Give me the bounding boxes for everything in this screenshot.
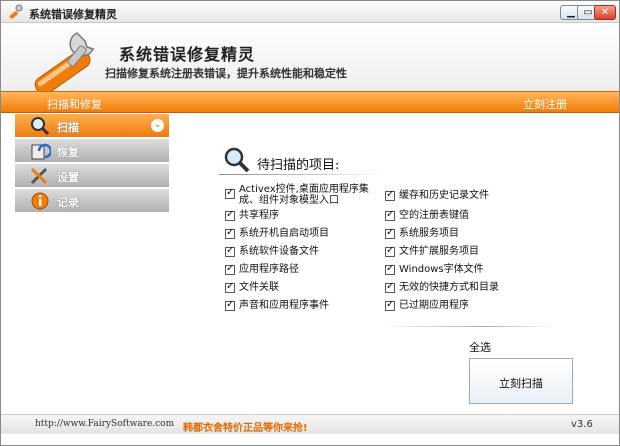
scan-item-label: 应用程序路径: [239, 264, 299, 275]
scan-item-label: 文件关联: [239, 282, 279, 293]
checkbox[interactable]: [225, 299, 235, 311]
scan-item-label: Activex控件,桌面应用程序集成、组件对象模型入口: [239, 184, 369, 206]
checkbox[interactable]: [225, 209, 235, 221]
wrench-logo-icon: [34, 32, 95, 95]
scan-item-label: 声音和应用程序事件: [239, 300, 329, 311]
sidebar-item-restore[interactable]: 恢复: [15, 139, 169, 163]
scan-item-label: 系统开机自启动项目: [239, 228, 329, 239]
checkbox[interactable]: [385, 227, 395, 239]
scan-item-label: 系统服务项目: [399, 228, 459, 239]
tools-icon: [30, 167, 48, 185]
app-header: 系统错误修复精灵 扫描修复系统注册表错误，提升系统性能和稳定性: [1, 23, 619, 95]
app-wrench-icon: [9, 4, 23, 19]
scan-item-label: 已过期应用程序: [399, 300, 469, 311]
checkbox[interactable]: [385, 189, 395, 201]
sidebar-item-label: 扫描: [57, 121, 79, 134]
sidebar-item-scan[interactable]: 扫描 ⌄: [15, 114, 169, 138]
scan-item-label: 文件扩展服务项目: [399, 246, 479, 257]
website-link[interactable]: http://www.FairySoftware.com: [35, 419, 174, 429]
sidebar: 扫描 ⌄ 恢复 设置 记录: [15, 114, 169, 414]
scan-now-label: 立刻扫描: [499, 377, 543, 390]
divider: [219, 174, 389, 175]
section-bar: 扫描和修复 立刻注册: [1, 91, 619, 113]
sidebar-item-label: 恢复: [57, 146, 79, 159]
app-name: 系统错误修复精灵: [119, 45, 256, 64]
checkbox[interactable]: [225, 263, 235, 275]
close-icon: ✕: [600, 6, 610, 18]
magnifier-icon: [224, 147, 250, 173]
window-title: 系统错误修复精灵: [29, 8, 117, 21]
magnifier-icon: [31, 117, 50, 136]
section-label: 扫描和修复: [47, 98, 102, 111]
select-all-link[interactable]: 全选: [469, 339, 491, 355]
sidebar-item-label: 设置: [57, 171, 79, 184]
scan-items-title: 待扫描的项目:: [257, 158, 340, 173]
scan-item-label: 系统软件设备文件: [239, 246, 319, 257]
checkbox[interactable]: [385, 209, 395, 221]
checkbox[interactable]: [385, 299, 395, 311]
divider: [379, 326, 554, 327]
title-bar[interactable]: 系统错误修复精灵 ▁ ▭ ✕: [1, 1, 619, 23]
info-icon: [31, 192, 49, 210]
checkbox[interactable]: [225, 281, 235, 293]
main-panel: 待扫描的项目: Activex控件,桌面应用程序集成、组件对象模型入口 共享程序…: [171, 114, 605, 414]
sidebar-item-settings[interactable]: 设置: [15, 164, 169, 188]
checkbox[interactable]: [225, 227, 235, 239]
checkbox[interactable]: [225, 245, 235, 257]
scan-item-label: 无效的快捷方式和目录: [399, 282, 499, 293]
checkbox[interactable]: [225, 187, 235, 199]
app-window: 系统错误修复精灵 ▁ ▭ ✕ 系统错误修复精灵 扫描修复系统注册表错误，提升系统…: [0, 0, 620, 446]
checkbox[interactable]: [385, 281, 395, 293]
checkbox[interactable]: [385, 263, 395, 275]
sidebar-item-log[interactable]: 记录: [15, 189, 169, 213]
register-link[interactable]: 立刻注册: [523, 96, 567, 112]
app-subtitle: 扫描修复系统注册表错误，提升系统性能和稳定性: [105, 67, 347, 80]
version-label: v3.6: [571, 419, 593, 430]
scan-item-label: Windows字体文件: [399, 264, 484, 275]
status-bar: http://www.FairySoftware.com 韩都衣舍特价正品等你来…: [1, 414, 619, 434]
chevron-down-icon[interactable]: ⌄: [151, 119, 164, 132]
close-button[interactable]: ✕: [594, 5, 616, 20]
scan-item-label: 空的注册表键值: [399, 210, 469, 221]
scan-now-button[interactable]: 立刻扫描: [469, 358, 573, 404]
sidebar-item-label: 记录: [57, 196, 79, 209]
promo-link[interactable]: 韩都衣舍特价正品等你来抢!: [183, 419, 308, 434]
checkbox[interactable]: [385, 245, 395, 257]
restore-icon: [31, 143, 51, 160]
scan-item-label: 共享程序: [239, 210, 279, 221]
scan-item-label: 缓存和历史记录文件: [399, 190, 489, 201]
